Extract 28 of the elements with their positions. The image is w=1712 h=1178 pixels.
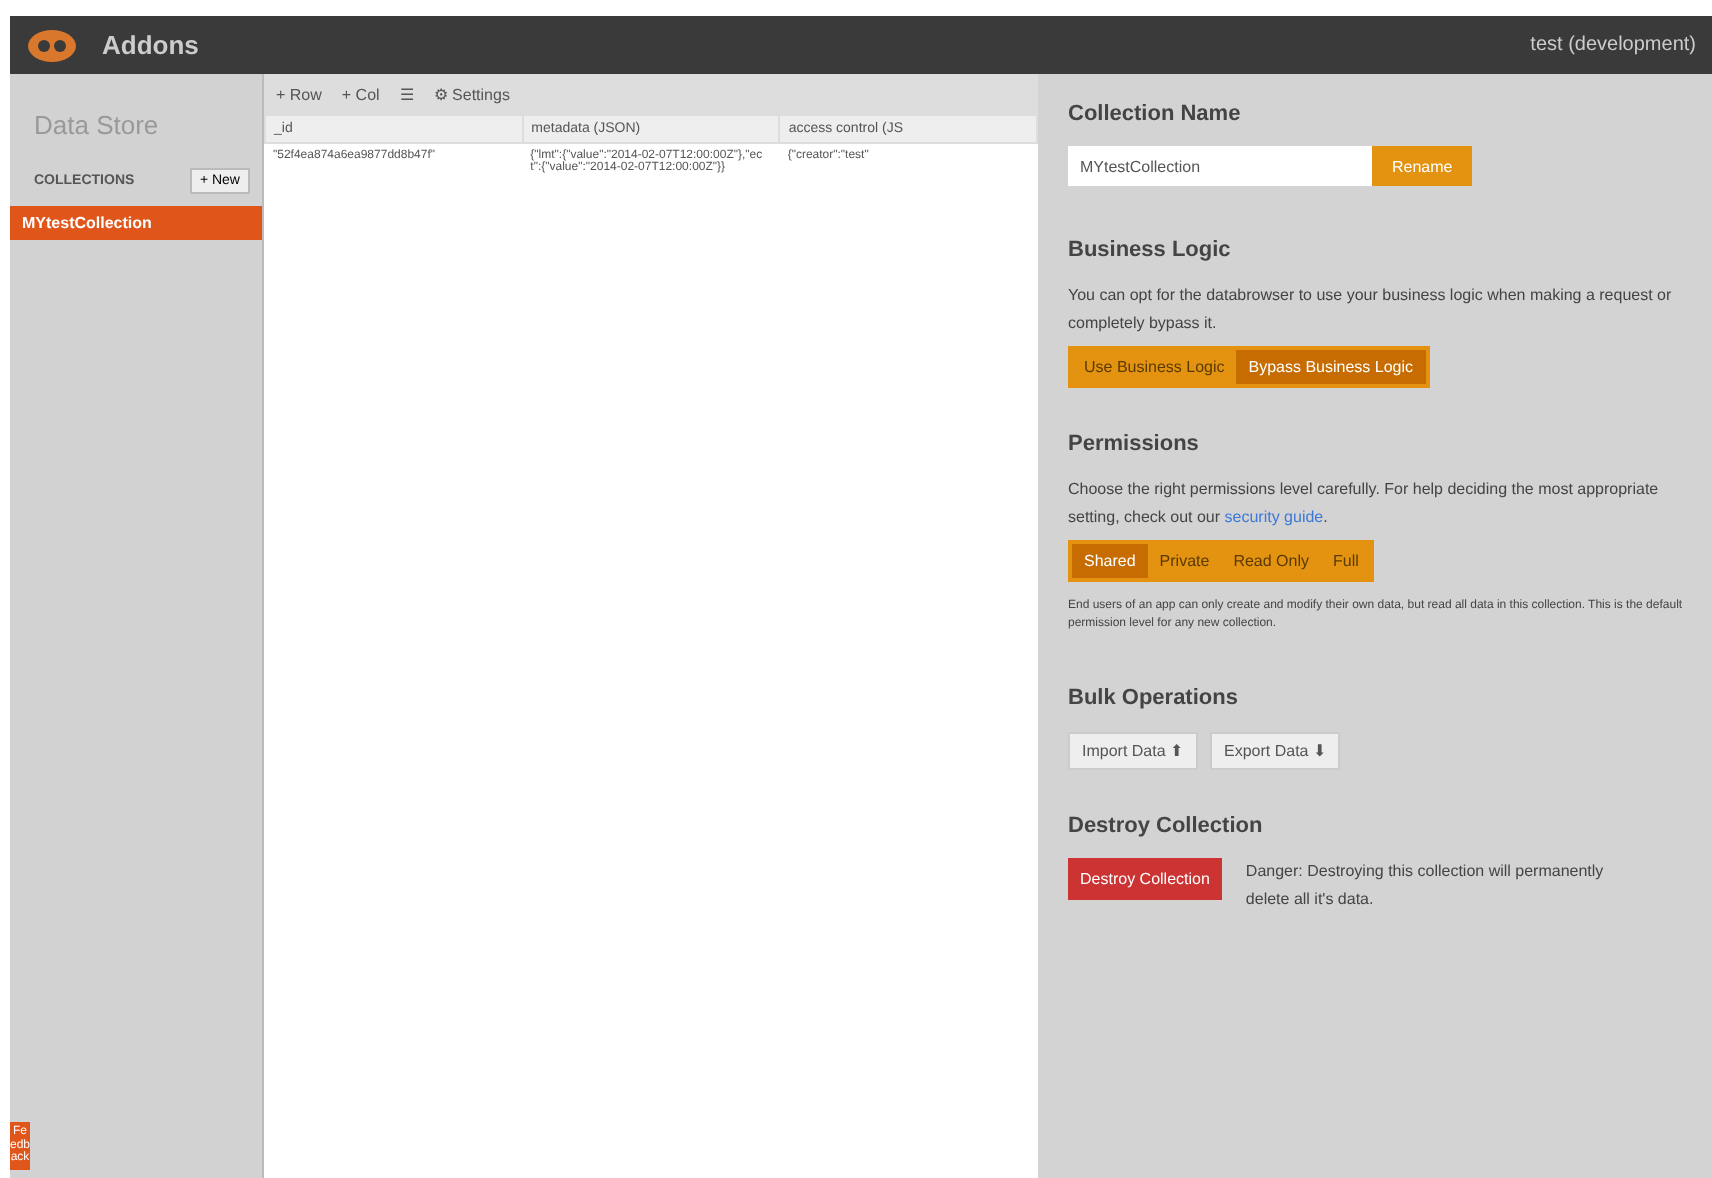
- description-text: You can opt for the databrowser to use your business logic when making a request or completely bypass it.: [1068, 284, 1674, 336]
- toolbar-button[interactable]: + Col: [341, 85, 380, 103]
- name-field[interactable]: MYtestCollection: [1068, 146, 1372, 186]
- toggle-option[interactable]: Shared: [1072, 544, 1148, 578]
- section-heading: Business Logic: [1068, 238, 1233, 262]
- toggle-option[interactable]: Use Business Logic: [1072, 350, 1237, 384]
- bulk-button[interactable]: Export Data ⬇: [1210, 732, 1341, 770]
- section-heading: Collection Name: [1068, 102, 1243, 126]
- destroy-button[interactable]: Destroy Collection: [1068, 858, 1222, 900]
- collection-item[interactable]: MYtestCollection: [10, 206, 262, 240]
- bulk-button[interactable]: Import Data ⬆: [1068, 732, 1199, 770]
- app-title: Addons: [102, 30, 199, 60]
- toggle-option[interactable]: Private: [1147, 544, 1222, 578]
- section-heading: Bulk Operations: [1068, 686, 1240, 710]
- toggle-option[interactable]: Full: [1321, 544, 1371, 578]
- logo-icon: [26, 27, 78, 63]
- toggle-option[interactable]: Bypass Business Logic: [1236, 350, 1426, 384]
- environment-label[interactable]: test (development): [1530, 34, 1696, 56]
- sidebar-title: Data Store: [34, 110, 161, 140]
- toolbar-button[interactable]: ⚙ Settings: [433, 85, 510, 103]
- toolbar-button[interactable]: + Row: [276, 85, 322, 103]
- security-guide-link[interactable]: security guide: [1224, 508, 1324, 526]
- section-heading: Destroy Collection: [1068, 814, 1265, 838]
- toolbar-button[interactable]: ☰: [399, 85, 414, 103]
- danger-text: Danger: Destroying this collection will permanently delete all it's data.: [1245, 860, 1606, 912]
- description-text: Choose the right permissions level carefully. For help deciding the most appropriate setting, check out our security guide.: [1068, 478, 1661, 530]
- toggle-option[interactable]: Read Only: [1221, 544, 1321, 578]
- section-heading: Permissions: [1068, 432, 1201, 456]
